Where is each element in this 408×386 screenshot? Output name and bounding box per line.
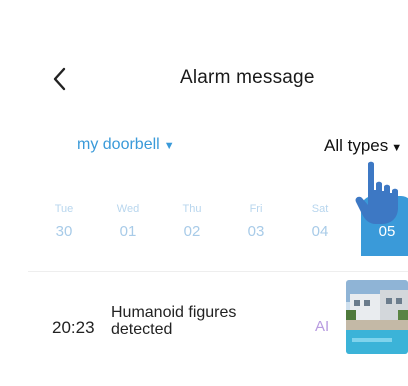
page-title: Alarm message — [180, 67, 315, 88]
caret-down-icon: ▼ — [163, 140, 175, 152]
type-filter-label: All types — [324, 136, 389, 155]
day-of-week: Thu — [182, 203, 202, 215]
day-number: 05 — [378, 223, 396, 240]
header: Alarm message — [0, 55, 408, 105]
day-number: 30 — [55, 223, 73, 240]
day-item[interactable]: Sat 04 — [294, 196, 346, 256]
chevron-left-icon[interactable] — [48, 65, 72, 93]
filter-bar: my doorbell ▼ All types ▼ — [0, 132, 408, 162]
device-filter-dropdown[interactable]: my doorbell ▼ — [77, 136, 175, 154]
day-number: 01 — [119, 223, 137, 240]
ai-badge: AI — [315, 318, 330, 335]
alarm-time: 20:23 — [52, 318, 95, 337]
type-filter-dropdown[interactable]: All types ▼ — [324, 136, 402, 156]
alarm-thumbnail[interactable] — [346, 280, 408, 354]
day-item[interactable]: Thu 02 — [166, 196, 218, 256]
alarm-list-item[interactable]: 20:23 Humanoid figures detected AI — [28, 272, 408, 362]
day-item[interactable]: Fri 03 — [230, 196, 282, 256]
caret-down-icon: ▼ — [391, 142, 403, 154]
day-selector: Tue 30 Wed 01 Thu 02 Fri 03 Sat 04 05 — [38, 196, 408, 256]
day-of-week: Wed — [116, 203, 140, 215]
day-number: 02 — [183, 223, 201, 240]
day-of-week: Fri — [249, 203, 263, 215]
day-of-week: Tue — [54, 203, 74, 215]
device-filter-label: my doorbell — [77, 136, 160, 153]
alarm-description: Humanoid figures detected — [111, 304, 237, 338]
day-number: 03 — [247, 223, 265, 240]
day-of-week: Sat — [311, 203, 329, 215]
day-number: 04 — [311, 223, 329, 240]
day-item[interactable]: Tue 30 — [38, 196, 90, 256]
day-item[interactable]: Wed 01 — [102, 196, 154, 256]
day-item-selected[interactable]: 05 — [361, 196, 408, 256]
